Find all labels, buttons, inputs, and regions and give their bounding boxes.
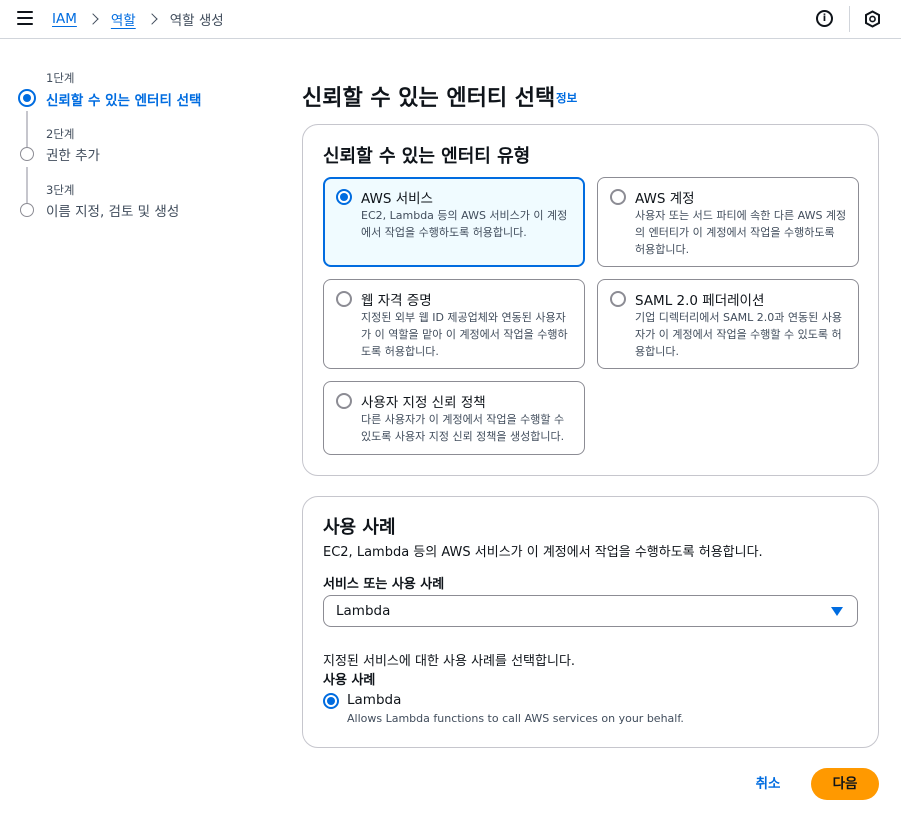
use-case-panel: 사용 사례 EC2, Lambda 등의 AWS 서비스가 이 계정에서 작업을… xyxy=(302,496,879,748)
tile-title: 사용자 지정 신뢰 정책 xyxy=(361,395,486,411)
panel-title: 신뢰할 수 있는 엔터티 유형 xyxy=(323,146,531,167)
use-case-radio[interactable] xyxy=(323,693,339,709)
use-case-hint: 지정된 서비스에 대한 사용 사례를 선택합니다. xyxy=(323,654,576,669)
chevron-right-icon xyxy=(87,13,99,25)
info-link[interactable]: 정보 xyxy=(556,90,577,106)
service-select[interactable]: Lambda xyxy=(323,595,858,627)
step-active-icon xyxy=(18,89,36,107)
tile-description: 사용자 또는 서드 파티에 속한 다른 AWS 계정의 엔터티가 이 계정에서 … xyxy=(635,209,847,256)
step-number: 2단계 xyxy=(46,127,75,141)
radio-icon xyxy=(336,291,352,307)
tile-description: 기업 디렉터리에서 SAML 2.0과 연동된 사용자가 이 계정에서 작업을 … xyxy=(635,311,842,358)
tile-title: 웹 자격 증명 xyxy=(361,293,432,309)
chevron-right-icon xyxy=(146,13,158,25)
tile-description: EC2, Lambda 등의 AWS 서비스가 이 계정에서 작업을 수행하도록… xyxy=(361,209,568,239)
step-number: 1단계 xyxy=(46,71,75,85)
radio-icon xyxy=(336,393,352,409)
page-title: 신뢰할 수 있는 엔터티 선택 xyxy=(302,86,556,111)
breadcrumb-roles[interactable]: 역할 xyxy=(111,9,136,29)
tile-description: 지정된 외부 웹 ID 제공업체와 연동된 사용자가 이 역할을 맡아 이 계정… xyxy=(361,311,568,358)
panel-description: EC2, Lambda 등의 AWS 서비스가 이 계정에서 작업을 수행하도록… xyxy=(323,545,763,560)
step-number: 3단계 xyxy=(46,183,75,197)
info-icon[interactable]: i xyxy=(816,10,833,27)
tile-description: 다른 사용자가 이 계정에서 작업을 수행할 수 있도록 사용자 지정 신뢰 정… xyxy=(361,413,565,443)
select-value: Lambda xyxy=(336,603,391,619)
tile-aws-service[interactable]: AWS 서비스 EC2, Lambda 등의 AWS 서비스가 이 계정에서 작… xyxy=(323,177,585,267)
step-title: 권한 추가 xyxy=(46,148,100,164)
use-case-option-title[interactable]: Lambda xyxy=(347,692,401,708)
caret-down-icon xyxy=(831,607,843,616)
tile-aws-account[interactable]: AWS 계정 사용자 또는 서드 파티에 속한 다른 AWS 계정의 엔터티가 … xyxy=(597,177,859,267)
top-bar: IAM 역할 역할 생성 i xyxy=(0,0,901,39)
radio-icon xyxy=(610,291,626,307)
entity-type-panel: 신뢰할 수 있는 엔터티 유형 AWS 서비스 EC2, Lambda 등의 A… xyxy=(302,124,879,476)
next-button[interactable]: 다음 xyxy=(811,768,879,800)
step-connector xyxy=(26,111,28,147)
radio-selected-icon xyxy=(336,189,352,205)
radio-group-label: 사용 사례 xyxy=(323,673,376,688)
cancel-button[interactable]: 취소 xyxy=(747,769,789,799)
tile-title: AWS 계정 xyxy=(635,191,695,207)
radio-icon xyxy=(610,189,626,205)
breadcrumb-iam[interactable]: IAM xyxy=(52,11,77,27)
shield-icon[interactable] xyxy=(864,10,881,28)
step-connector xyxy=(26,167,28,203)
step-pending-icon xyxy=(20,203,34,217)
tile-title: AWS 서비스 xyxy=(361,191,433,207)
divider xyxy=(849,6,850,32)
use-case-option-description: Allows Lambda functions to call AWS serv… xyxy=(347,712,684,725)
menu-icon[interactable] xyxy=(17,11,33,25)
select-label: 서비스 또는 사용 사례 xyxy=(323,577,445,592)
step-title: 신뢰할 수 있는 엔터티 선택 xyxy=(46,93,202,109)
step-pending-icon xyxy=(20,147,34,161)
breadcrumb: IAM 역할 역할 생성 xyxy=(52,9,224,29)
tile-saml-federation[interactable]: SAML 2.0 페더레이션 기업 디렉터리에서 SAML 2.0과 연동된 사… xyxy=(597,279,859,369)
step-title: 이름 지정, 검토 및 생성 xyxy=(46,204,180,220)
breadcrumb-current: 역할 생성 xyxy=(169,13,224,29)
tile-web-identity[interactable]: 웹 자격 증명 지정된 외부 웹 ID 제공업체와 연동된 사용자가 이 역할을… xyxy=(323,279,585,369)
tile-title: SAML 2.0 페더레이션 xyxy=(635,293,765,309)
panel-title: 사용 사례 xyxy=(323,517,396,538)
tile-custom-trust-policy[interactable]: 사용자 지정 신뢰 정책 다른 사용자가 이 계정에서 작업을 수행할 수 있도… xyxy=(323,381,585,455)
